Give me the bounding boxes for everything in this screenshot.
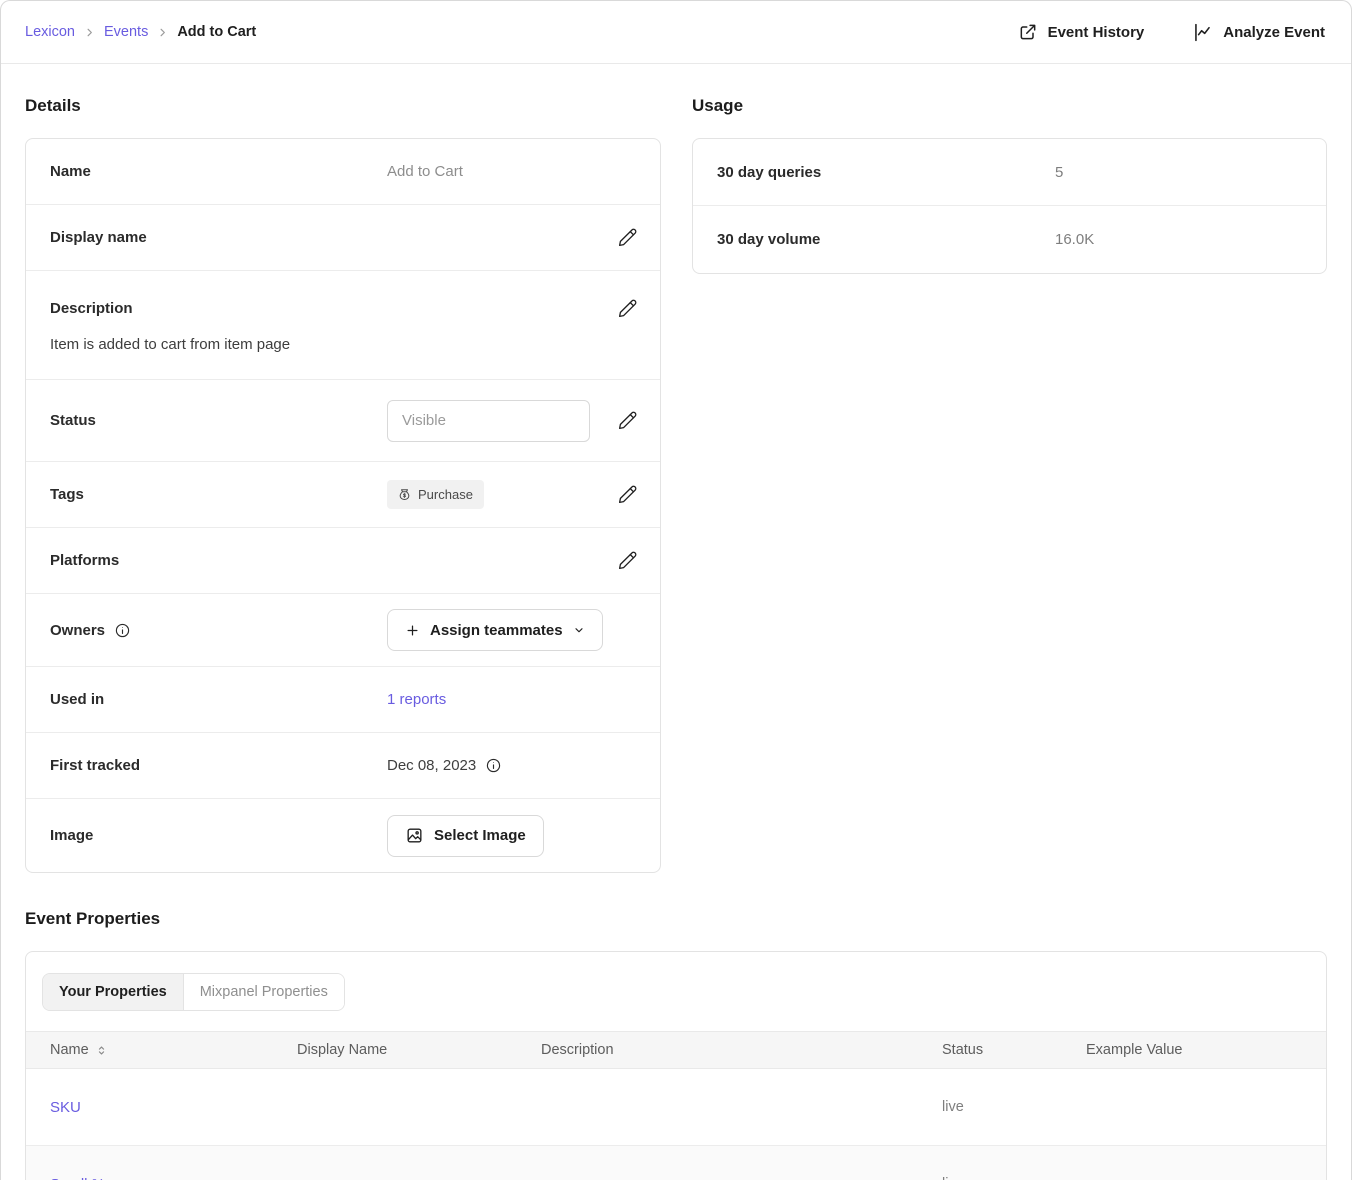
money-bag-icon: [398, 488, 411, 501]
name-label: Name: [50, 163, 387, 180]
details-row-name: Name Add to Cart: [26, 139, 660, 205]
details-card: Name Add to Cart Display name: [25, 138, 661, 873]
sort-icon[interactable]: [96, 1045, 107, 1056]
tag-chip-label: Purchase: [418, 487, 473, 502]
main-content: Details Name Add to Cart Display name: [1, 64, 1351, 1180]
edit-status-button[interactable]: [612, 406, 642, 436]
details-row-used-in: Used in 1 reports: [26, 667, 660, 733]
pencil-icon: [617, 298, 638, 319]
description-value: Item is added to cart from item page: [50, 336, 642, 353]
edit-display-name-button[interactable]: [612, 223, 642, 253]
platforms-label: Platforms: [50, 552, 387, 569]
details-row-status: Status Visible: [26, 380, 660, 462]
top-actions: Event History Analyze Event: [1018, 22, 1325, 43]
column-example-value: Example Value: [1062, 1042, 1326, 1058]
table-row: SKU live: [26, 1069, 1326, 1146]
usage-row-queries: 30 day queries 5: [693, 139, 1326, 206]
used-in-label: Used in: [50, 691, 387, 708]
info-icon[interactable]: [485, 757, 502, 774]
property-status: live: [918, 1099, 1062, 1115]
properties-tabs: Your Properties Mixpanel Properties: [42, 973, 345, 1011]
column-status: Status: [918, 1042, 1062, 1058]
image-label: Image: [50, 827, 387, 844]
details-row-image: Image Select Image: [26, 799, 660, 872]
table-row: Scroll % live: [26, 1146, 1326, 1180]
pencil-icon: [617, 227, 638, 248]
lexicon-event-detail-page: Lexicon Events Add to Cart Event History: [0, 0, 1352, 1180]
info-icon[interactable]: [114, 622, 131, 639]
edit-tags-button[interactable]: [612, 480, 642, 510]
event-properties-title: Event Properties: [25, 907, 1327, 931]
analyze-event-button[interactable]: Analyze Event: [1192, 22, 1325, 43]
plus-icon: [405, 623, 420, 638]
edit-description-button[interactable]: [612, 293, 642, 323]
pencil-icon: [617, 410, 638, 431]
pencil-icon: [617, 484, 638, 505]
description-label: Description: [50, 300, 612, 317]
breadcrumb-events[interactable]: Events: [104, 24, 148, 40]
first-tracked-value: Dec 08, 2023: [387, 757, 476, 774]
select-image-button[interactable]: Select Image: [387, 815, 544, 857]
assign-teammates-button[interactable]: Assign teammates: [387, 609, 603, 651]
owners-label: Owners: [50, 622, 105, 639]
chevron-right-icon: [157, 27, 168, 38]
tag-chip-purchase: Purchase: [387, 480, 484, 509]
event-properties-card: Your Properties Mixpanel Properties Name…: [25, 951, 1327, 1180]
status-select[interactable]: Visible: [387, 400, 590, 442]
edit-platforms-button[interactable]: [612, 546, 642, 576]
details-row-display-name: Display name: [26, 205, 660, 271]
queries-value: 5: [1055, 164, 1063, 181]
image-icon: [405, 826, 424, 845]
chevron-down-icon: [573, 624, 585, 636]
breadcrumb-current-event: Add to Cart: [177, 24, 256, 40]
property-status: live: [918, 1176, 1062, 1180]
volume-value: 16.0K: [1055, 231, 1094, 248]
top-bar: Lexicon Events Add to Cart Event History: [1, 1, 1351, 64]
pencil-icon: [617, 550, 638, 571]
analyze-event-label: Analyze Event: [1223, 24, 1325, 41]
breadcrumb-lexicon[interactable]: Lexicon: [25, 24, 75, 40]
details-row-platforms: Platforms: [26, 528, 660, 594]
property-link-sku[interactable]: SKU: [50, 1099, 81, 1116]
column-description: Description: [517, 1042, 918, 1058]
status-label: Status: [50, 412, 387, 429]
details-section-title: Details: [25, 94, 661, 118]
column-display-name: Display Name: [273, 1042, 517, 1058]
select-image-label: Select Image: [434, 827, 526, 844]
queries-label: 30 day queries: [717, 164, 1055, 181]
tab-mixpanel-properties[interactable]: Mixpanel Properties: [184, 974, 344, 1010]
event-history-button[interactable]: Event History: [1018, 22, 1145, 42]
breadcrumb: Lexicon Events Add to Cart: [25, 24, 256, 40]
tab-your-properties[interactable]: Your Properties: [43, 974, 184, 1010]
volume-label: 30 day volume: [717, 231, 1055, 248]
name-value: Add to Cart: [387, 163, 463, 180]
display-name-label: Display name: [50, 229, 387, 246]
usage-row-volume: 30 day volume 16.0K: [693, 206, 1326, 273]
tags-label: Tags: [50, 486, 387, 503]
first-tracked-label: First tracked: [50, 757, 387, 774]
external-link-icon: [1018, 22, 1038, 42]
details-row-tags: Tags Purchase: [26, 462, 660, 528]
assign-teammates-label: Assign teammates: [430, 622, 563, 639]
event-history-label: Event History: [1048, 24, 1145, 41]
used-in-reports-link[interactable]: 1 reports: [387, 691, 446, 708]
usage-section-title: Usage: [692, 94, 1327, 118]
properties-table-header: Name Display Name Description Status Exa…: [26, 1031, 1326, 1069]
details-row-owners: Owners Assign teammates: [26, 594, 660, 667]
details-row-description: Description Item is added to cart from i…: [26, 271, 660, 380]
details-row-first-tracked: First tracked Dec 08, 2023: [26, 733, 660, 799]
line-chart-icon: [1192, 22, 1213, 43]
usage-card: 30 day queries 5 30 day volume 16.0K: [692, 138, 1327, 274]
status-value: Visible: [402, 412, 446, 429]
property-link-scroll[interactable]: Scroll %: [50, 1176, 105, 1180]
column-name: Name: [50, 1042, 89, 1058]
chevron-right-icon: [84, 27, 95, 38]
